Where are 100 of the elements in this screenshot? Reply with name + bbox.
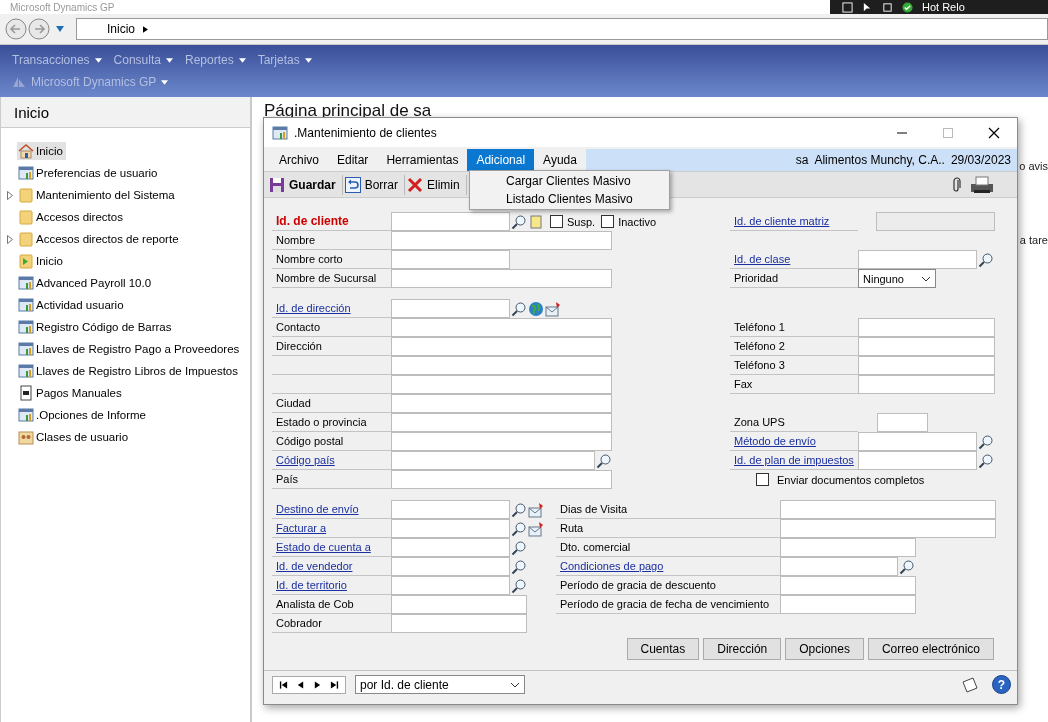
menu-option[interactable]: Listado Clientes Masivo <box>470 190 669 208</box>
field-link[interactable]: Facturar a <box>276 522 327 534</box>
nav-item[interactable]: Llaves de Registro Pago a Proveedores <box>17 340 243 358</box>
search-icon[interactable] <box>511 539 527 556</box>
search-icon[interactable] <box>511 300 527 317</box>
caret-down-icon[interactable] <box>238 57 246 63</box>
menu-item[interactable]: Herramientas <box>377 149 468 171</box>
field-link[interactable]: Condiciones de pago <box>560 560 664 572</box>
search-icon[interactable] <box>978 433 994 450</box>
field-link[interactable]: Destino de envío <box>276 503 359 515</box>
checkbox[interactable] <box>550 215 563 228</box>
mail-icon[interactable] <box>545 300 561 317</box>
text-field[interactable] <box>780 595 916 614</box>
maximize-icon[interactable] <box>942 126 954 139</box>
field-link[interactable]: Id. de dirección <box>276 302 351 314</box>
field-link[interactable]: Id. de territorio <box>276 579 347 591</box>
field-link[interactable]: Método de envío <box>734 435 816 447</box>
field-link[interactable]: Id. de plan de impuestos <box>734 454 854 466</box>
toolbar-button[interactable]: Borrar <box>342 174 406 195</box>
nav-item[interactable]: Advanced Payroll 10.0 <box>17 274 155 292</box>
nav-item[interactable]: Pagos Manuales <box>17 384 125 402</box>
text-field[interactable] <box>858 318 995 337</box>
search-icon[interactable] <box>899 558 915 575</box>
checkbox[interactable] <box>756 473 769 486</box>
close-icon[interactable] <box>988 126 1000 139</box>
toolbar-button[interactable]: Guardar <box>267 174 343 195</box>
text-field[interactable] <box>391 337 612 356</box>
tray-label[interactable]: Hot Relo <box>922 1 965 13</box>
text-field[interactable] <box>858 432 977 451</box>
text-field[interactable] <box>780 576 916 595</box>
text-field[interactable] <box>858 356 995 375</box>
text-field[interactable] <box>391 375 612 394</box>
nav-item[interactable]: Accesos directos <box>17 208 126 226</box>
window-icon[interactable] <box>842 1 853 13</box>
text-field[interactable] <box>391 413 612 432</box>
text-field[interactable] <box>780 519 996 538</box>
text-field[interactable] <box>391 318 612 337</box>
menu-item[interactable]: Archivo <box>270 149 328 171</box>
search-icon[interactable] <box>511 520 527 537</box>
search-icon[interactable] <box>511 558 527 575</box>
nav-item[interactable]: Accesos directos de reporte <box>17 230 182 248</box>
nav-item[interactable]: Inicio <box>17 252 66 270</box>
text-field[interactable] <box>391 500 510 519</box>
nav-item[interactable]: Registro Código de Barras <box>17 318 175 336</box>
text-field[interactable] <box>391 576 510 595</box>
text-field[interactable] <box>391 470 612 489</box>
previous-record-icon[interactable] <box>296 679 305 690</box>
menu-item[interactable]: Editar <box>328 149 378 171</box>
nav-item[interactable]: Preferencias de usuario <box>17 164 161 182</box>
search-icon[interactable] <box>511 577 527 594</box>
text-field[interactable] <box>391 231 612 250</box>
toolbar-button[interactable]: Elimin <box>405 174 467 195</box>
text-field[interactable] <box>391 356 612 375</box>
text-field[interactable] <box>391 394 612 413</box>
caret-down-icon[interactable] <box>165 57 173 63</box>
checkbox[interactable] <box>601 215 615 228</box>
text-field[interactable] <box>858 375 995 394</box>
field-link[interactable]: Id. de cliente matriz <box>734 215 830 227</box>
nav-item[interactable]: .Opciones de Informe <box>17 406 149 424</box>
help-button[interactable]: ? <box>992 675 1011 694</box>
search-icon[interactable] <box>511 213 527 230</box>
text-field[interactable] <box>391 269 612 288</box>
next-record-icon[interactable] <box>313 679 322 690</box>
caret-down-icon[interactable] <box>304 57 312 63</box>
text-field[interactable] <box>780 557 898 576</box>
priority-select[interactable]: Ninguno <box>858 269 936 288</box>
text-field[interactable] <box>391 614 527 633</box>
field-link[interactable]: Id. de vendedor <box>276 560 353 572</box>
text-field[interactable] <box>391 432 612 451</box>
globe-icon[interactable] <box>528 300 544 317</box>
nav-item[interactable]: Clases de usuario <box>17 428 132 446</box>
nav-item[interactable]: Actividad usuario <box>17 296 127 314</box>
search-icon[interactable] <box>596 452 612 469</box>
nav-item[interactable]: Llaves de Registro Libros de Impuestos <box>17 362 241 380</box>
caret-down-icon[interactable] <box>161 79 169 85</box>
action-button[interactable]: Dirección <box>703 638 782 660</box>
text-field[interactable] <box>391 538 510 557</box>
action-button[interactable]: Correo electrónico <box>867 638 994 660</box>
text-field[interactable] <box>391 519 510 538</box>
printer-icon[interactable] <box>969 174 995 195</box>
text-field[interactable] <box>391 557 510 576</box>
field-link[interactable]: Id. de clase <box>734 253 791 265</box>
menu-item[interactable]: Adicional <box>467 149 535 171</box>
text-field[interactable] <box>877 413 928 432</box>
note-icon[interactable] <box>961 675 979 694</box>
caret-icon[interactable] <box>143 25 148 33</box>
nav-item[interactable]: Mantenimiento del Sistema <box>17 186 178 204</box>
check-icon[interactable] <box>902 1 913 13</box>
search-icon[interactable] <box>978 452 994 469</box>
text-field[interactable] <box>858 250 977 269</box>
text-field[interactable] <box>780 538 916 557</box>
text-field[interactable] <box>780 500 996 519</box>
text-field[interactable] <box>858 337 995 356</box>
nav-item[interactable]: Inicio <box>17 142 66 160</box>
first-record-icon[interactable] <box>279 679 288 690</box>
menu-option[interactable]: Cargar Clientes Masivo <box>470 172 669 190</box>
search-icon[interactable] <box>511 501 527 518</box>
sort-select[interactable]: por Id. de cliente <box>355 675 525 694</box>
expand-arrow-icon[interactable] <box>7 190 13 200</box>
last-record-icon[interactable] <box>330 679 339 690</box>
